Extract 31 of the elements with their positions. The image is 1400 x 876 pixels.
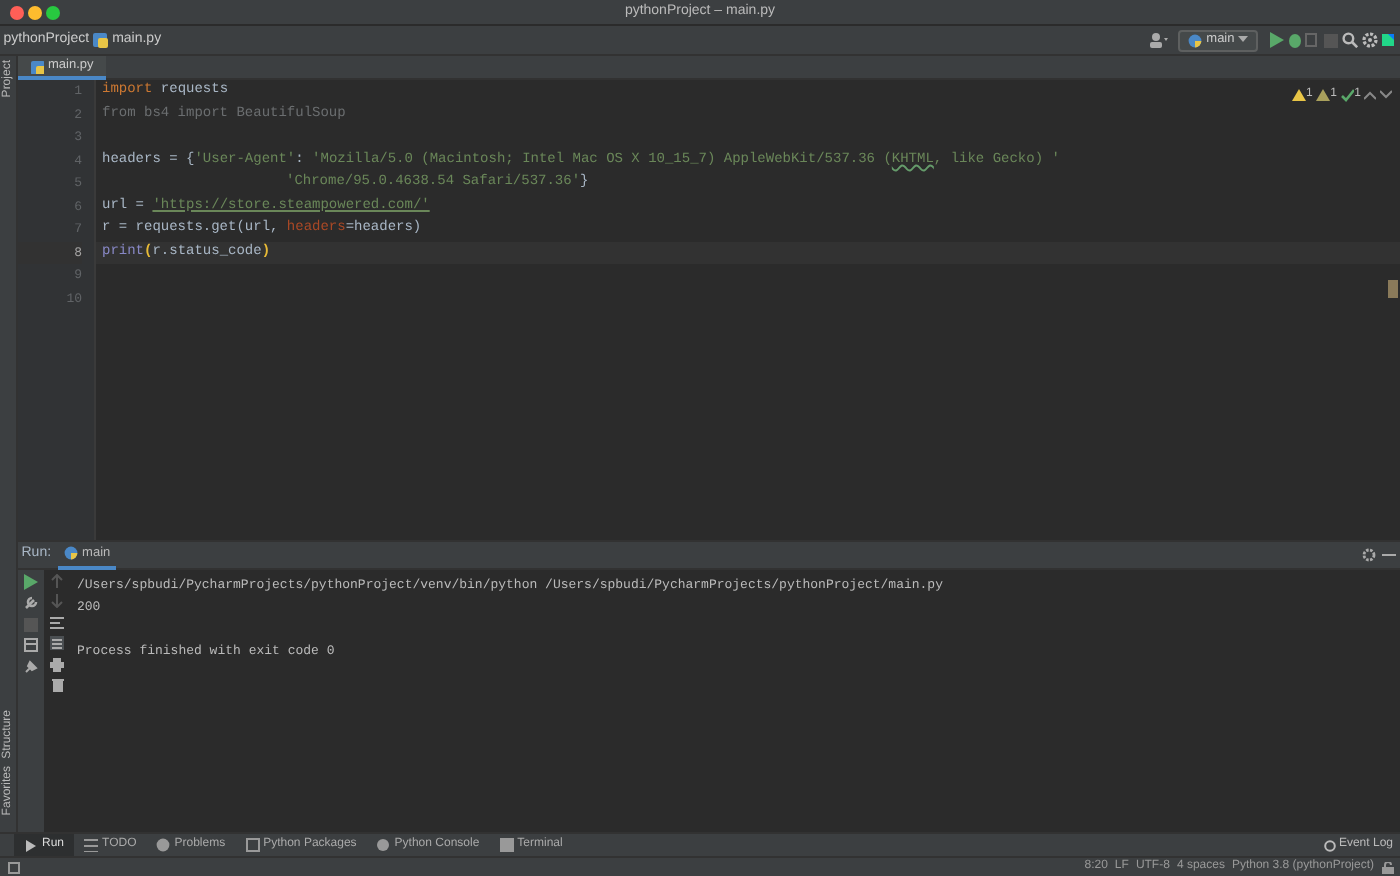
caret-icon xyxy=(1238,36,1248,44)
logo-icon[interactable] xyxy=(1380,32,1397,48)
run-icon[interactable] xyxy=(1269,32,1284,48)
zoom-button[interactable] xyxy=(45,6,59,20)
panel-toggle-icon[interactable] xyxy=(7,861,19,873)
python-icon xyxy=(1188,33,1203,47)
print-icon[interactable] xyxy=(50,657,64,672)
python-file-icon xyxy=(92,32,109,48)
wrap-icon[interactable] xyxy=(50,615,64,630)
settings-icon[interactable] xyxy=(1361,32,1377,48)
python-icon xyxy=(64,546,79,560)
layout-icon[interactable] xyxy=(24,638,38,653)
trash-icon[interactable] xyxy=(51,678,63,693)
user-icon[interactable] xyxy=(1147,32,1168,48)
rerun-icon[interactable] xyxy=(24,573,38,590)
terminal-icon xyxy=(499,838,514,852)
minimize-icon[interactable] xyxy=(1382,548,1397,562)
settings-icon[interactable] xyxy=(1361,548,1376,562)
search-icon[interactable] xyxy=(1341,32,1358,48)
scroll-marker xyxy=(1388,280,1398,298)
play-icon xyxy=(24,838,38,852)
python-file-icon xyxy=(30,59,44,73)
pin-icon[interactable] xyxy=(24,659,38,674)
close-button[interactable] xyxy=(10,6,24,20)
minimize-button[interactable] xyxy=(27,6,42,20)
lock-icon[interactable] xyxy=(1381,861,1393,873)
debug-icon[interactable] xyxy=(1287,32,1301,48)
package-icon xyxy=(245,838,260,852)
check-icon xyxy=(1340,88,1355,102)
list-icon xyxy=(84,838,99,852)
scroll-end-icon[interactable] xyxy=(50,636,64,651)
